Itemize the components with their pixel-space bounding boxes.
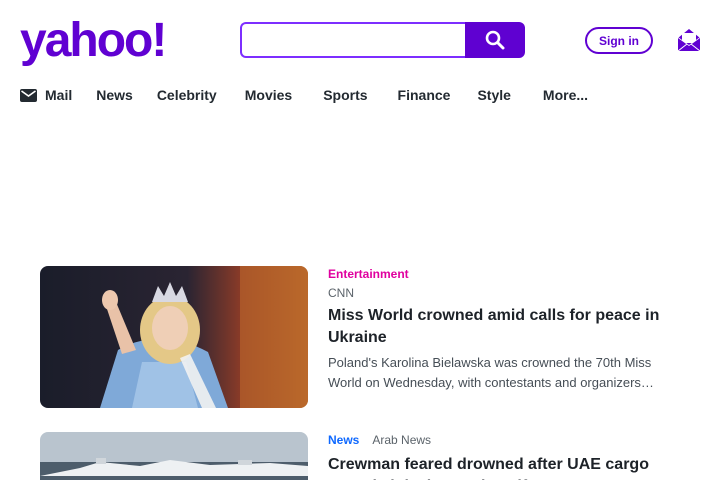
nav-item-label: News bbox=[96, 87, 133, 103]
story-source: CNN bbox=[328, 286, 354, 300]
search-input[interactable] bbox=[242, 24, 465, 56]
nav-item-style[interactable]: Style bbox=[477, 84, 510, 106]
mail-envelope-icon[interactable] bbox=[676, 27, 702, 53]
yahoo-logo[interactable]: yahoo! bbox=[20, 14, 188, 70]
search-icon bbox=[485, 30, 505, 50]
story-body: News Arab News Crewman feared drowned af… bbox=[328, 432, 684, 480]
nav-item-celebrity[interactable]: Celebrity bbox=[157, 84, 217, 106]
nav-item-movies[interactable]: Movies bbox=[245, 84, 292, 106]
nav-item-label: Finance bbox=[397, 87, 451, 103]
story-item: Entertainment CNN Miss World crowned ami… bbox=[40, 266, 690, 408]
nav-item-news[interactable]: News bbox=[96, 84, 133, 106]
search-box bbox=[240, 22, 465, 58]
story-body: Entertainment CNN Miss World crowned ami… bbox=[328, 266, 684, 393]
nav-item-mail[interactable]: Mail bbox=[20, 84, 72, 106]
story-category[interactable]: News bbox=[328, 433, 359, 447]
nav-item-sports[interactable]: Sports bbox=[323, 84, 367, 106]
story-thumbnail[interactable] bbox=[40, 432, 308, 480]
story-headline[interactable]: Miss World crowned amid calls for peace … bbox=[328, 305, 684, 349]
story-source: Arab News bbox=[372, 433, 432, 447]
nav-item-finance[interactable]: Finance bbox=[398, 84, 451, 106]
story-item: News Arab News Crewman feared drowned af… bbox=[40, 432, 690, 480]
nav-item-label: Celebrity bbox=[156, 87, 217, 103]
nav-item-more[interactable]: More... bbox=[543, 84, 588, 106]
nav-item-label: More... bbox=[542, 87, 589, 103]
logo-text: yahoo! bbox=[20, 16, 165, 67]
mail-icon bbox=[20, 88, 37, 102]
story-thumbnail[interactable] bbox=[40, 266, 308, 408]
nav-item-label: Mail bbox=[45, 87, 73, 103]
sign-in-button[interactable]: Sign in bbox=[585, 27, 653, 54]
story-summary: Poland's Karolina Bielawska was crowned … bbox=[328, 355, 654, 390]
main-nav: Mail News Celebrity Movies Sports Financ… bbox=[20, 84, 588, 106]
story-headline[interactable]: Crewman feared drowned after UAE cargo v… bbox=[328, 454, 684, 480]
nav-item-label: Sports bbox=[323, 87, 368, 103]
search-button[interactable] bbox=[465, 22, 525, 58]
nav-item-label: Movies bbox=[244, 87, 293, 103]
nav-item-label: Style bbox=[477, 87, 511, 103]
story-category[interactable]: Entertainment bbox=[328, 267, 409, 281]
